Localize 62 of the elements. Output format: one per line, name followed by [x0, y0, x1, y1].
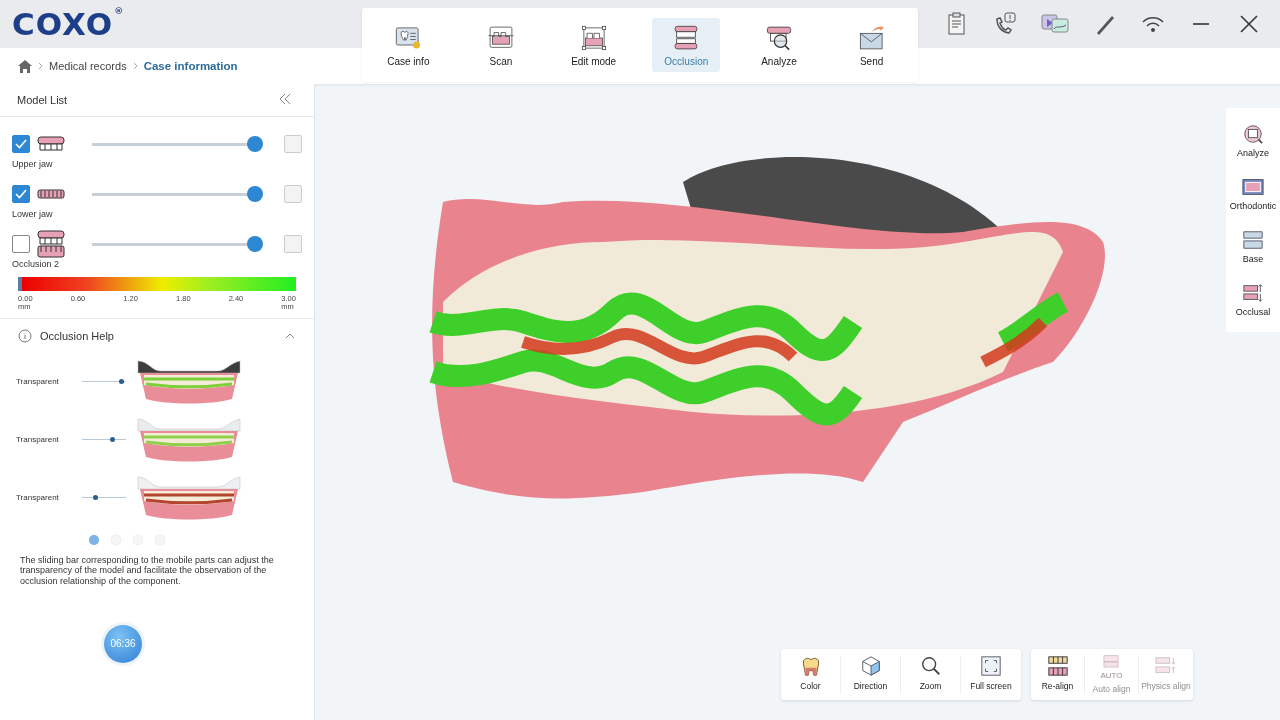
checkbox[interactable]: [12, 235, 30, 253]
fullscreen-icon: [980, 655, 1002, 677]
magnifier-teeth-icon: [1242, 123, 1264, 145]
help-text: The sliding bar corresponding to the mobile parts can adjust the transparency of the model and facilitate the observation of the occlusion relationship of the component.: [19, 554, 275, 587]
magnifier-teeth-icon: [764, 23, 793, 52]
workflow-step[interactable]: Occlusion: [652, 18, 721, 72]
workflow-step[interactable]: Scan: [467, 18, 535, 72]
example-label: Transparent: [16, 377, 60, 386]
help-title: Occlusion Help: [40, 329, 114, 342]
teeth-frame-icon: [579, 23, 608, 52]
info-icon: [18, 328, 32, 343]
workflow-step[interactable]: Edit mode: [559, 18, 628, 72]
jaws-icon: [1046, 655, 1069, 677]
workflow-step[interactable]: Analyze: [744, 18, 813, 72]
search-icon: [919, 655, 942, 677]
model-name: Lower jaw: [12, 209, 54, 219]
checkmark-icon: [15, 189, 27, 199]
color-swatch[interactable]: [284, 235, 302, 253]
chevron-icon: [38, 62, 43, 70]
color-swatch[interactable]: [284, 185, 302, 203]
checkmark-icon: [15, 139, 27, 149]
double-chevron-icon: [279, 93, 291, 105]
model-name: Upper jaw: [12, 159, 54, 169]
side-tool-button[interactable]: Base: [1226, 220, 1280, 273]
upper-jaw-icon: [36, 136, 66, 152]
workflow-step[interactable]: Case info: [374, 18, 443, 72]
slider-thumb[interactable]: [247, 236, 263, 252]
envelope-icon: [857, 23, 886, 52]
view-tool-button[interactable]: Zoom: [901, 655, 961, 694]
color-swatch[interactable]: [284, 135, 302, 153]
auto-label: AUTO: [1100, 672, 1123, 680]
breadcrumb-link[interactable]: Medical records: [49, 60, 127, 72]
jaws-icon: [36, 230, 66, 258]
home-icon[interactable]: [18, 59, 32, 73]
breadcrumb-link[interactable]: Case information: [143, 60, 238, 72]
side-tool-button[interactable]: Orthodontic: [1226, 167, 1280, 220]
align-tool-button[interactable]: Re-align: [1031, 655, 1085, 694]
side-tool-button[interactable]: Occlusal: [1226, 273, 1280, 326]
teeth-panel-icon: [1242, 176, 1264, 198]
chevron-icon: [132, 62, 138, 70]
checkbox[interactable]: [12, 185, 30, 203]
view-tool-button[interactable]: Full screen: [961, 655, 1021, 694]
carousel-dot[interactable]: [89, 534, 99, 545]
example-label: Transparent: [16, 493, 60, 502]
workflow-step[interactable]: Send: [837, 18, 906, 72]
base-blocks-icon: [1242, 229, 1264, 251]
model-name: Occlusion 2: [12, 259, 61, 269]
slider-thumb[interactable]: [247, 186, 263, 202]
checkbox[interactable]: [12, 135, 30, 153]
jaws-icon: [672, 23, 701, 52]
view-tool-button[interactable]: Direction: [841, 655, 901, 694]
slider-thumb[interactable]: [247, 136, 263, 152]
registered-mark: ®: [114, 6, 125, 16]
view-tool-button[interactable]: Color: [781, 655, 841, 694]
lower-jaw-icon: [36, 188, 66, 200]
panel-title: Model List: [17, 94, 68, 106]
side-tool-button[interactable]: Analyze: [1226, 114, 1280, 167]
logo: COXO: [12, 6, 114, 42]
example-label: Transparent: [16, 435, 60, 444]
jaws-arrows-icon: [1242, 282, 1264, 304]
cube-icon: [859, 655, 882, 677]
timer-badge: 06:36: [104, 624, 142, 663]
